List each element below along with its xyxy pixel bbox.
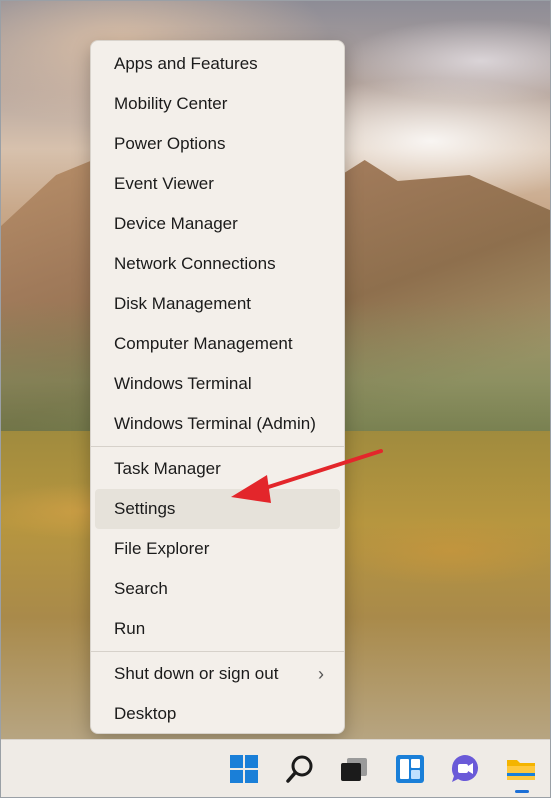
widgets-icon[interactable] — [393, 752, 427, 786]
menu-item-computer-management[interactable]: Computer Management — [95, 324, 340, 364]
teams-chat-icon[interactable] — [448, 752, 482, 786]
menu-item-mobility-center[interactable]: Mobility Center — [95, 84, 340, 124]
annotation-arrow — [231, 449, 383, 503]
menu-item-windows-terminal-admin[interactable]: Windows Terminal (Admin) — [95, 404, 340, 444]
active-app-indicator — [515, 790, 529, 793]
file-explorer-icon[interactable] — [504, 752, 538, 786]
menu-item-run[interactable]: Run — [95, 609, 340, 649]
windows-start-icon[interactable] — [227, 752, 261, 786]
search-icon[interactable] — [283, 752, 317, 786]
chevron-right-icon: › — [318, 664, 324, 684]
menu-item-disk-management[interactable]: Disk Management — [95, 284, 340, 324]
winx-context-menu: Apps and Features Mobility Center Power … — [90, 40, 345, 734]
menu-item-label: Shut down or sign out — [114, 664, 279, 683]
screenshot-frame: Apps and Features Mobility Center Power … — [0, 0, 551, 798]
menu-item-power-options[interactable]: Power Options — [95, 124, 340, 164]
arrow-head — [231, 475, 271, 503]
menu-group-system-tools: Apps and Features Mobility Center Power … — [91, 44, 344, 444]
taskbar — [1, 739, 550, 797]
menu-item-device-manager[interactable]: Device Manager — [95, 204, 340, 244]
task-view-icon[interactable] — [337, 752, 371, 786]
menu-item-shut-down-or-sign-out[interactable]: Shut down or sign out › — [95, 654, 340, 694]
menu-item-apps-and-features[interactable]: Apps and Features — [95, 44, 340, 84]
menu-item-file-explorer[interactable]: File Explorer — [95, 529, 340, 569]
arrow-shaft — [257, 449, 383, 492]
menu-item-search[interactable]: Search — [95, 569, 340, 609]
menu-item-network-connections[interactable]: Network Connections — [95, 244, 340, 284]
menu-item-windows-terminal[interactable]: Windows Terminal — [95, 364, 340, 404]
menu-item-event-viewer[interactable]: Event Viewer — [95, 164, 340, 204]
menu-group-power: Shut down or sign out › Desktop — [91, 654, 344, 734]
menu-separator — [91, 651, 344, 652]
menu-item-desktop[interactable]: Desktop — [95, 694, 340, 734]
